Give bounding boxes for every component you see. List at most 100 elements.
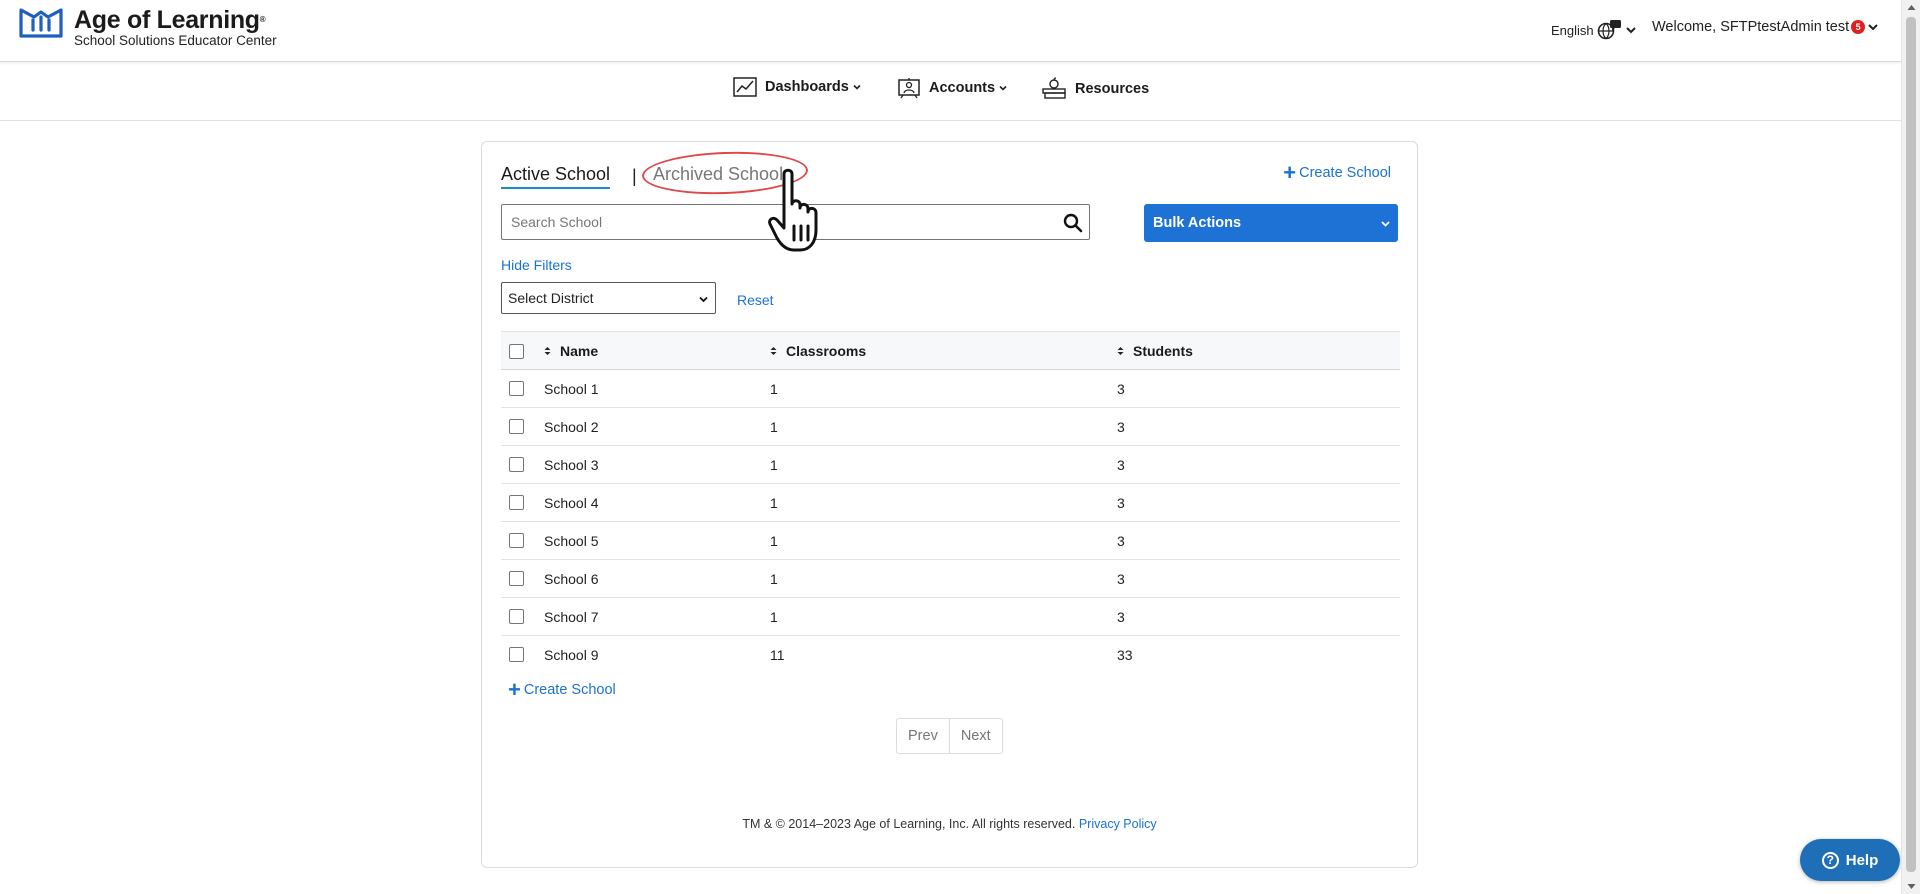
school-name-cell[interactable]: School 9 (544, 647, 598, 663)
row-checkbox[interactable] (509, 533, 524, 548)
district-select-value: Select District (508, 290, 594, 306)
students-cell: 3 (1117, 457, 1125, 473)
school-name-cell[interactable]: School 5 (544, 533, 598, 549)
create-school-bottom-label: Create School (523, 682, 616, 698)
chevron-down-icon (1381, 221, 1390, 227)
table-row[interactable]: School 5 1 3 (501, 522, 1400, 560)
students-cell: 3 (1117, 495, 1125, 511)
help-button[interactable]: ? Help (1800, 839, 1900, 881)
students-cell: 33 (1117, 647, 1133, 663)
reset-link[interactable]: Reset (737, 292, 774, 308)
students-cell: 3 (1117, 381, 1125, 397)
sort-icon (770, 346, 777, 356)
privacy-policy-link[interactable]: Privacy Policy (1079, 817, 1157, 831)
row-checkbox[interactable] (509, 609, 524, 624)
nav-dashboards-label: Dashboards (765, 79, 849, 95)
column-header-classrooms[interactable]: Classrooms (770, 343, 866, 359)
create-school-bottom-button[interactable]: + Create School (508, 679, 616, 701)
age-of-learning-logo-icon (19, 8, 63, 38)
column-students-label: Students (1133, 343, 1193, 359)
table-row[interactable]: School 6 1 3 (501, 560, 1400, 598)
table-row[interactable]: School 3 1 3 (501, 446, 1400, 484)
language-selector[interactable]: English (1551, 19, 1637, 41)
nav-resources[interactable]: Resources (1041, 77, 1149, 101)
nav-accounts-label: Accounts (929, 80, 996, 96)
classrooms-cell: 11 (770, 647, 785, 663)
search-icon[interactable] (1063, 213, 1083, 233)
classrooms-cell: 1 (770, 609, 778, 625)
prev-page-button[interactable]: Prev (897, 719, 949, 753)
sort-icon (1117, 346, 1124, 356)
table-row[interactable]: School 9 11 33 (501, 636, 1400, 674)
classrooms-cell: 1 (770, 419, 778, 435)
tab-archived-school[interactable]: Archived School (653, 164, 783, 185)
tab-separator: | (632, 166, 637, 186)
accounts-board-icon (898, 78, 920, 99)
row-checkbox[interactable] (509, 457, 524, 472)
create-school-label: Create School (1299, 165, 1391, 181)
row-checkbox[interactable] (509, 381, 524, 396)
scrollbar-thumb[interactable] (1906, 17, 1916, 872)
top-header: Age of Learning® School Solutions Educat… (0, 0, 1901, 62)
scroll-up-arrow-icon[interactable] (1907, 4, 1916, 11)
hand-pointer-cursor-icon (768, 168, 818, 252)
sort-icon (544, 346, 551, 356)
brand-subtitle: School Solutions Educator Center (74, 33, 277, 48)
nav-accounts[interactable]: Accounts (897, 77, 1015, 99)
row-checkbox[interactable] (509, 419, 524, 434)
chevron-down-icon (853, 84, 861, 90)
nav-dashboards[interactable]: Dashboards (733, 77, 869, 97)
students-cell: 3 (1117, 419, 1125, 435)
chevron-down-icon (999, 85, 1007, 91)
tab-active-school[interactable]: Active School (501, 164, 611, 189)
schools-table: Name Classrooms Students School 1 1 3 Sc… (501, 331, 1400, 674)
create-school-button[interactable]: + Create School (1283, 160, 1391, 185)
classrooms-cell: 1 (770, 571, 778, 587)
students-cell: 3 (1117, 533, 1125, 549)
table-row[interactable]: School 7 1 3 (501, 598, 1400, 636)
table-row[interactable]: School 4 1 3 (501, 484, 1400, 522)
column-header-students[interactable]: Students (1117, 343, 1193, 359)
table-row[interactable]: School 1 1 3 (501, 370, 1400, 408)
chevron-down-icon (1868, 24, 1878, 31)
chevron-down-icon (699, 296, 708, 303)
pagination: Prev Next (896, 718, 1003, 754)
notification-badge: 5 (1851, 20, 1866, 34)
scroll-down-arrow-icon[interactable] (1907, 883, 1916, 890)
bulk-actions-label: Bulk Actions (1153, 215, 1242, 231)
classrooms-cell: 1 (770, 457, 778, 473)
row-checkbox[interactable] (509, 571, 524, 586)
school-name-cell[interactable]: School 1 (544, 381, 598, 397)
school-name-cell[interactable]: School 2 (544, 419, 598, 435)
next-page-button[interactable]: Next (948, 719, 1002, 753)
district-select[interactable]: Select District (501, 282, 716, 314)
school-name-cell[interactable]: School 4 (544, 495, 598, 511)
column-header-name[interactable]: Name (544, 343, 598, 359)
language-globe-icon (1597, 20, 1621, 40)
copyright-text: TM & © 2014–2023 Age of Learning, Inc. A… (742, 817, 1076, 831)
schools-card: Active School | Archived School + Create… (481, 141, 1418, 868)
column-classrooms-label: Classrooms (786, 343, 867, 359)
classrooms-cell: 1 (770, 495, 778, 511)
table-row[interactable]: School 2 1 3 (501, 408, 1400, 446)
bulk-actions-dropdown[interactable]: Bulk Actions (1144, 204, 1398, 242)
trademark: ® (259, 15, 266, 24)
hide-filters-link[interactable]: Hide Filters (501, 257, 572, 273)
page-scrollbar[interactable] (1901, 0, 1920, 894)
help-label: Help (1845, 851, 1879, 869)
row-checkbox[interactable] (509, 495, 524, 510)
language-label: English (1551, 22, 1594, 38)
chevron-down-icon (1625, 27, 1636, 34)
brand[interactable]: Age of Learning® School Solutions Educat… (18, 6, 277, 48)
plus-icon: + (1283, 160, 1297, 185)
select-all-checkbox[interactable] (509, 344, 524, 359)
row-checkbox[interactable] (509, 647, 524, 662)
user-menu[interactable]: Welcome, SFTPtestAdmin test 5 (1652, 19, 1879, 35)
classrooms-cell: 1 (770, 533, 778, 549)
welcome-text: Welcome, SFTPtestAdmin test (1652, 19, 1850, 35)
school-name-cell[interactable]: School 3 (544, 457, 598, 473)
school-name-cell[interactable]: School 7 (544, 609, 598, 625)
students-cell: 3 (1117, 571, 1125, 587)
school-name-cell[interactable]: School 6 (544, 571, 598, 587)
dashboard-chart-icon (733, 77, 757, 97)
